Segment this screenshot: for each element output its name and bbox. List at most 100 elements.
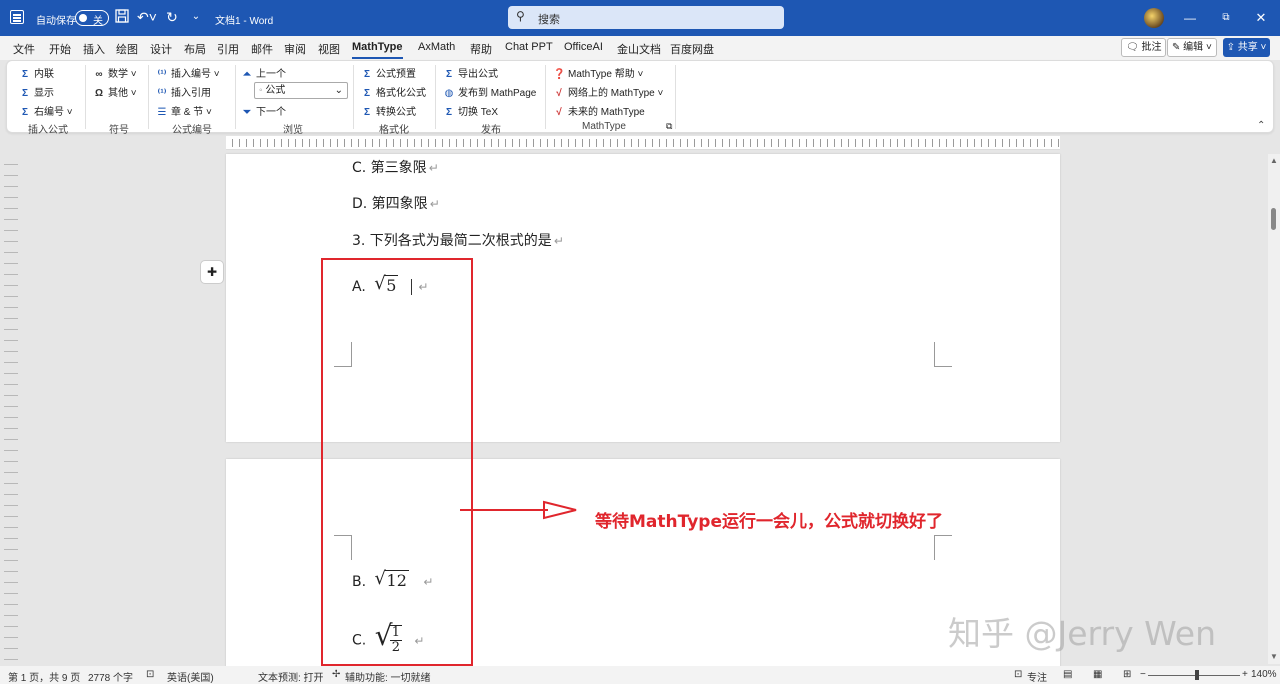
search-icon: ⚲ <box>516 9 525 23</box>
export-equations-button[interactable]: Σ 导出公式 <box>443 65 498 80</box>
text-line[interactable]: D. 第四象限 ↵ <box>352 193 440 213</box>
tab-jinshan-docs[interactable]: 金山文档 <box>617 41 661 57</box>
online-label: 网络上的 MathType <box>568 88 655 99</box>
scroll-up-icon[interactable]: ▲ <box>1270 156 1278 165</box>
tab-officeai[interactable]: OfficeAI <box>564 41 603 53</box>
chapter-section-button[interactable]: ☰ 章 & 节 ˅ <box>156 103 212 118</box>
format-equations-button[interactable]: Σ 格式化公式 <box>361 84 426 99</box>
tab-home[interactable]: 开始 <box>49 41 71 57</box>
math-symbols-button[interactable]: ∞ 数学 ˅ <box>93 65 136 80</box>
tab-chat-ppt[interactable]: Chat PPT <box>505 41 553 53</box>
accessibility-status[interactable]: 辅助功能: 一切就绪 <box>345 669 431 684</box>
tab-mathtype[interactable]: MathType <box>352 41 403 59</box>
tab-design[interactable]: 设计 <box>150 41 172 57</box>
save-icon[interactable] <box>114 9 130 25</box>
text-prediction[interactable]: 文本预测: 打开 <box>258 669 324 684</box>
mathtype-online-button[interactable]: √ 网络上的 MathType ˅ <box>553 84 663 99</box>
zoom-in-icon[interactable]: + <box>1242 669 1248 680</box>
focus-mode[interactable]: 专注 <box>1027 669 1047 684</box>
browse-type-select[interactable]: ◦ 公式 ⌄ <box>254 82 348 99</box>
tab-mailings[interactable]: 邮件 <box>251 41 273 57</box>
scroll-down-icon[interactable]: ▼ <box>1270 652 1278 661</box>
text-line[interactable]: C. 第三象限 ↵ <box>352 157 439 177</box>
group-divider <box>675 65 676 129</box>
display-equation-button[interactable]: Σ 显示 <box>19 84 54 99</box>
language[interactable]: 英语(美国) <box>167 669 214 684</box>
text-line[interactable]: 3. 下列各式为最简二次根式的是 ↵ <box>352 230 564 250</box>
undo-icon[interactable]: ↶˅ <box>136 9 158 25</box>
mathtype-logo-icon: √ <box>556 88 562 99</box>
sigma-preset-icon: Σ <box>363 69 370 80</box>
publish-group-label: 发布 <box>481 125 501 136</box>
previous-equation-button[interactable]: ⏶ 上一个 <box>241 65 286 80</box>
inline-equation-button[interactable]: Σ 内联 <box>19 65 54 80</box>
add-content-icon[interactable]: ✚ <box>200 260 224 284</box>
comments-button[interactable]: 🗨 批注 <box>1121 38 1167 57</box>
insert-number-label: 插入编号 <box>171 69 211 80</box>
mathtype-help-button[interactable]: ❓ MathType 帮助 ˅ <box>553 65 643 80</box>
toggle-tex-label: 切换 TeX <box>458 107 499 118</box>
group-divider <box>435 65 436 129</box>
title-bar: 自动保存 关 ↶˅ ↻ ⌄ 文档1 - Word ⚲ 搜索 — ⧉ ✕ <box>0 0 1280 36</box>
annotation-text: 等待MathType运行一会儿，公式就切换好了 <box>595 512 943 532</box>
horizontal-ruler[interactable] <box>226 136 1060 150</box>
sigma-icon: Σ <box>21 88 28 99</box>
tab-file[interactable]: 文件 <box>13 41 35 57</box>
zoom-slider-thumb[interactable] <box>1195 670 1199 680</box>
close-icon[interactable]: ✕ <box>1252 9 1270 27</box>
tab-layout[interactable]: 布局 <box>184 41 206 57</box>
vertical-scrollbar[interactable]: ▲ ▼ <box>1268 154 1280 664</box>
tab-view[interactable]: 视图 <box>318 41 340 57</box>
preset-label: 公式预置 <box>376 69 416 80</box>
word-count[interactable]: 2778 个字 <box>88 669 133 684</box>
search-box[interactable]: ⚲ 搜索 <box>508 6 784 29</box>
minimize-icon[interactable]: — <box>1181 9 1199 27</box>
insert-equation-group-label: 插入公式 <box>28 125 68 136</box>
zoom-out-icon[interactable]: − <box>1140 669 1146 680</box>
inline-label: 内联 <box>34 69 54 80</box>
redo-icon[interactable]: ↻ <box>164 9 180 25</box>
proofing-icon[interactable]: ⊡ <box>146 669 154 680</box>
restore-icon[interactable]: ⧉ <box>1217 9 1235 27</box>
toggle-tex-button[interactable]: Σ 切换 TeX <box>443 103 498 118</box>
web-layout-icon[interactable]: ⊞ <box>1123 669 1131 680</box>
convert-equations-button[interactable]: Σ 转换公式 <box>361 103 416 118</box>
tab-help[interactable]: 帮助 <box>470 41 492 57</box>
tab-baidu-netdisk[interactable]: 百度网盘 <box>670 41 714 57</box>
arrow-up-icon: ⏶ <box>243 69 251 80</box>
insert-reference-button[interactable]: ⁽¹⁾ 插入引用 <box>156 84 211 99</box>
read-mode-icon[interactable]: ▤ <box>1063 669 1072 680</box>
vertical-ruler[interactable] <box>4 154 18 664</box>
next-label: 下一个 <box>256 107 286 118</box>
insert-number-button[interactable]: ⁽¹⁾ 插入编号 ˅ <box>156 65 219 80</box>
other-symbols-button[interactable]: Ω 其他 ˅ <box>93 84 137 99</box>
editing-mode-button[interactable]: ✎ 编辑 ˅ <box>1167 38 1217 57</box>
tab-insert[interactable]: 插入 <box>83 41 105 57</box>
next-equation-button[interactable]: ⏷ 下一个 <box>241 103 286 118</box>
share-button[interactable]: ⇪ 共享 ˅ <box>1223 38 1270 57</box>
scrollbar-thumb[interactable] <box>1271 208 1276 230</box>
dialog-launcher-icon[interactable]: ⧉ <box>666 121 672 132</box>
tab-draw[interactable]: 绘图 <box>116 41 138 57</box>
tab-review[interactable]: 审阅 <box>284 41 306 57</box>
numbering-group-label: 公式编号 <box>172 125 212 136</box>
right-numbered-label: 右编号 <box>34 107 64 118</box>
tab-axmath[interactable]: AxMath <box>418 41 455 53</box>
customize-qat-icon[interactable]: ⌄ <box>188 9 204 25</box>
zoom-slider[interactable] <box>1148 675 1240 676</box>
collapse-ribbon-icon[interactable]: ⌃ <box>1257 120 1265 131</box>
tab-references[interactable]: 引用 <box>217 41 239 57</box>
future-mathtype-button[interactable]: √ 未来的 MathType <box>553 103 644 118</box>
word-app-icon <box>10 10 24 24</box>
sigma-icon: Σ <box>21 107 28 118</box>
publish-mathpage-button[interactable]: ◍ 发布到 MathPage <box>443 84 537 99</box>
print-layout-icon[interactable]: ▦ <box>1093 669 1102 680</box>
equation-preset-button[interactable]: Σ 公式预置 <box>361 65 416 80</box>
page-count[interactable]: 第 1 页，共 9 页 <box>8 669 80 684</box>
user-avatar[interactable] <box>1144 8 1164 28</box>
ribbon-tabs: 文件 开始 插入 绘图 设计 布局 引用 邮件 审阅 视图 MathType A… <box>0 36 1280 60</box>
ruler-ticks <box>226 139 1060 147</box>
zoom-level[interactable]: 140% <box>1251 669 1277 680</box>
autosave-toggle[interactable]: 关 <box>75 10 109 27</box>
right-numbered-button[interactable]: Σ 右编号 ˅ <box>19 103 73 118</box>
